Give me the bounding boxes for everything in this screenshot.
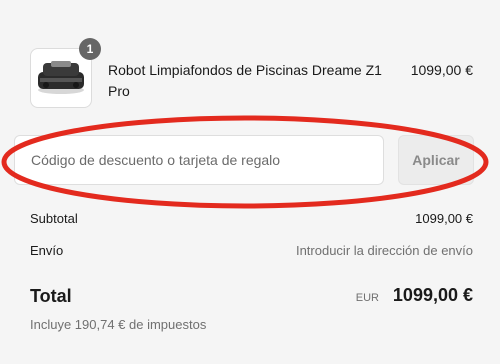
total-currency: EUR (355, 292, 379, 304)
quantity-badge: 1 (79, 38, 101, 60)
product-price: 1099,00 € (410, 62, 473, 78)
total-label: Total (30, 286, 72, 306)
shipping-value: Introducir la dirección de envío (295, 243, 473, 258)
subtotal-label: Subtotal (30, 211, 78, 226)
shipping-label: Envío (30, 243, 64, 258)
discount-code-input[interactable] (14, 135, 384, 185)
subtotal-value: 1099,00 € (415, 211, 473, 226)
robot-cleaner-image (38, 61, 84, 94)
product-name: Robot Limpiafondos de Piscinas Dreame Z1… (108, 62, 382, 99)
apply-discount-button[interactable]: Aplicar (398, 135, 474, 185)
total-amount: 1099,00 € (392, 285, 473, 305)
tax-note: Incluye 190,74 € de impuestos (30, 317, 207, 332)
